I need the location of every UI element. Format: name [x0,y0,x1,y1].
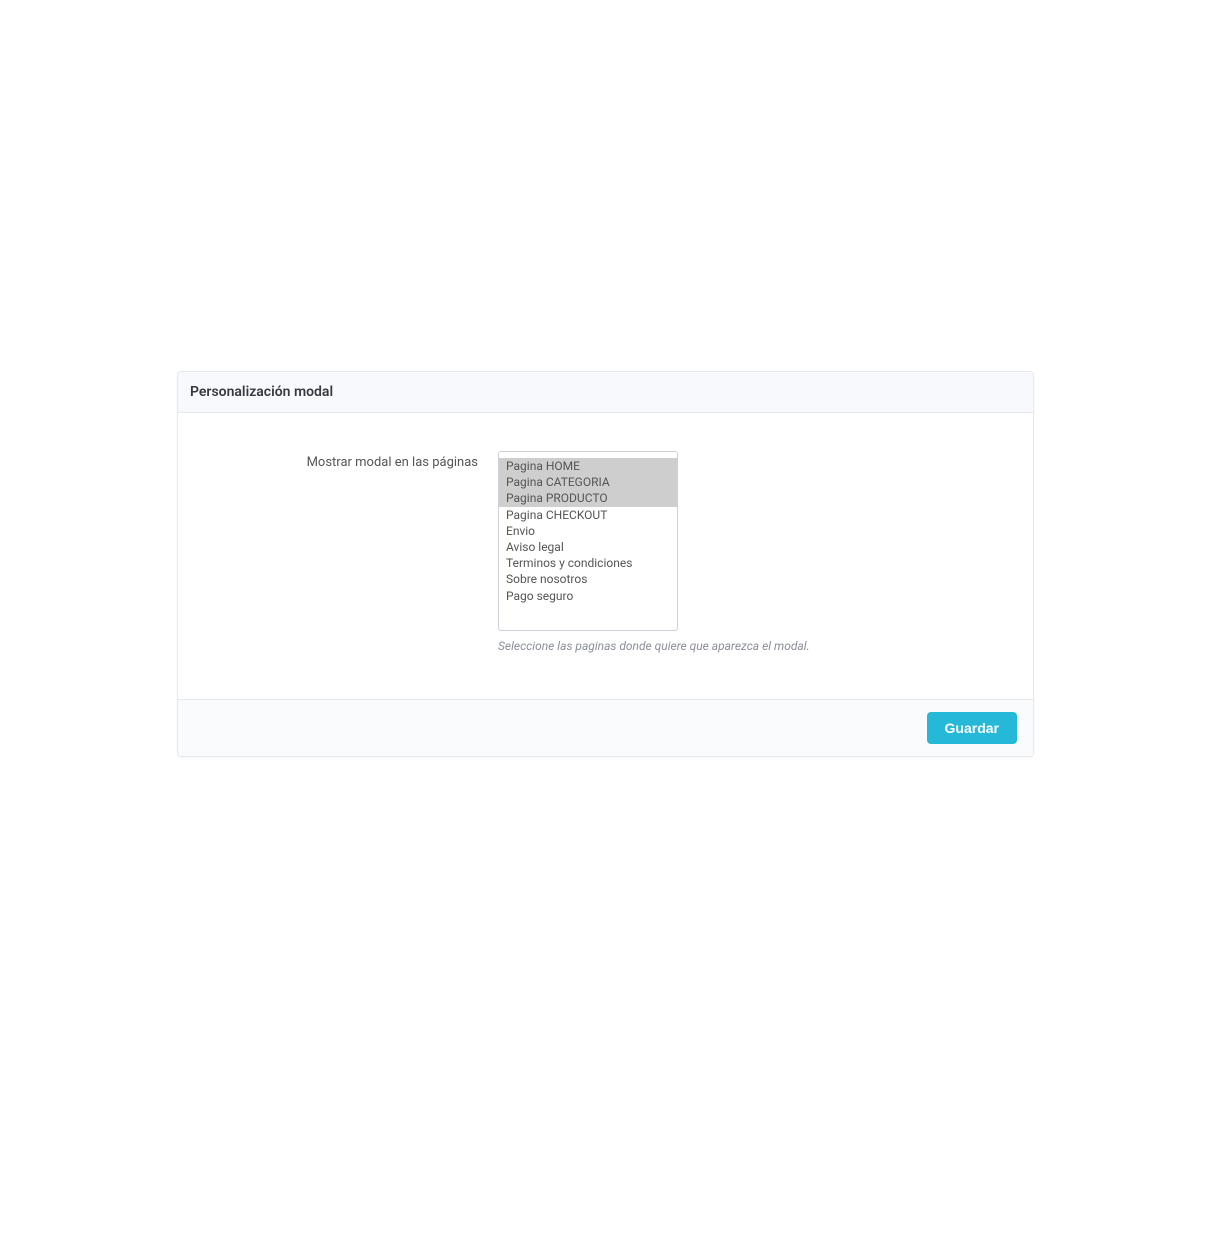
select-option[interactable]: Pagina CHECKOUT [499,507,677,523]
form-control-area: Pagina HOMEPagina CATEGORIAPagina PRODUC… [498,451,1013,653]
form-row-pages: Mostrar modal en las páginas Pagina HOME… [198,451,1013,653]
pages-multi-select[interactable]: Pagina HOMEPagina CATEGORIAPagina PRODUC… [498,451,678,631]
panel-body: Mostrar modal en las páginas Pagina HOME… [178,413,1033,699]
select-option[interactable]: Envio [499,523,677,539]
help-text: Seleccione las paginas donde quiere que … [498,639,1013,653]
select-option[interactable]: Pagina CATEGORIA [499,474,677,490]
select-option[interactable]: Pagina HOME [499,458,677,474]
settings-panel: Personalización modal Mostrar modal en l… [177,371,1034,757]
save-button[interactable]: Guardar [927,712,1017,744]
panel-header: Personalización modal [178,372,1033,413]
panel-footer: Guardar [178,699,1033,756]
panel-title: Personalización modal [190,384,1021,400]
select-option[interactable]: Aviso legal [499,539,677,555]
select-option[interactable]: Pagina PRODUCTO [499,490,677,506]
select-option[interactable]: Pago seguro [499,588,677,604]
select-option[interactable]: Terminos y condiciones [499,555,677,571]
select-option[interactable]: Sobre nosotros [499,571,677,587]
form-label-pages: Mostrar modal en las páginas [198,451,498,470]
